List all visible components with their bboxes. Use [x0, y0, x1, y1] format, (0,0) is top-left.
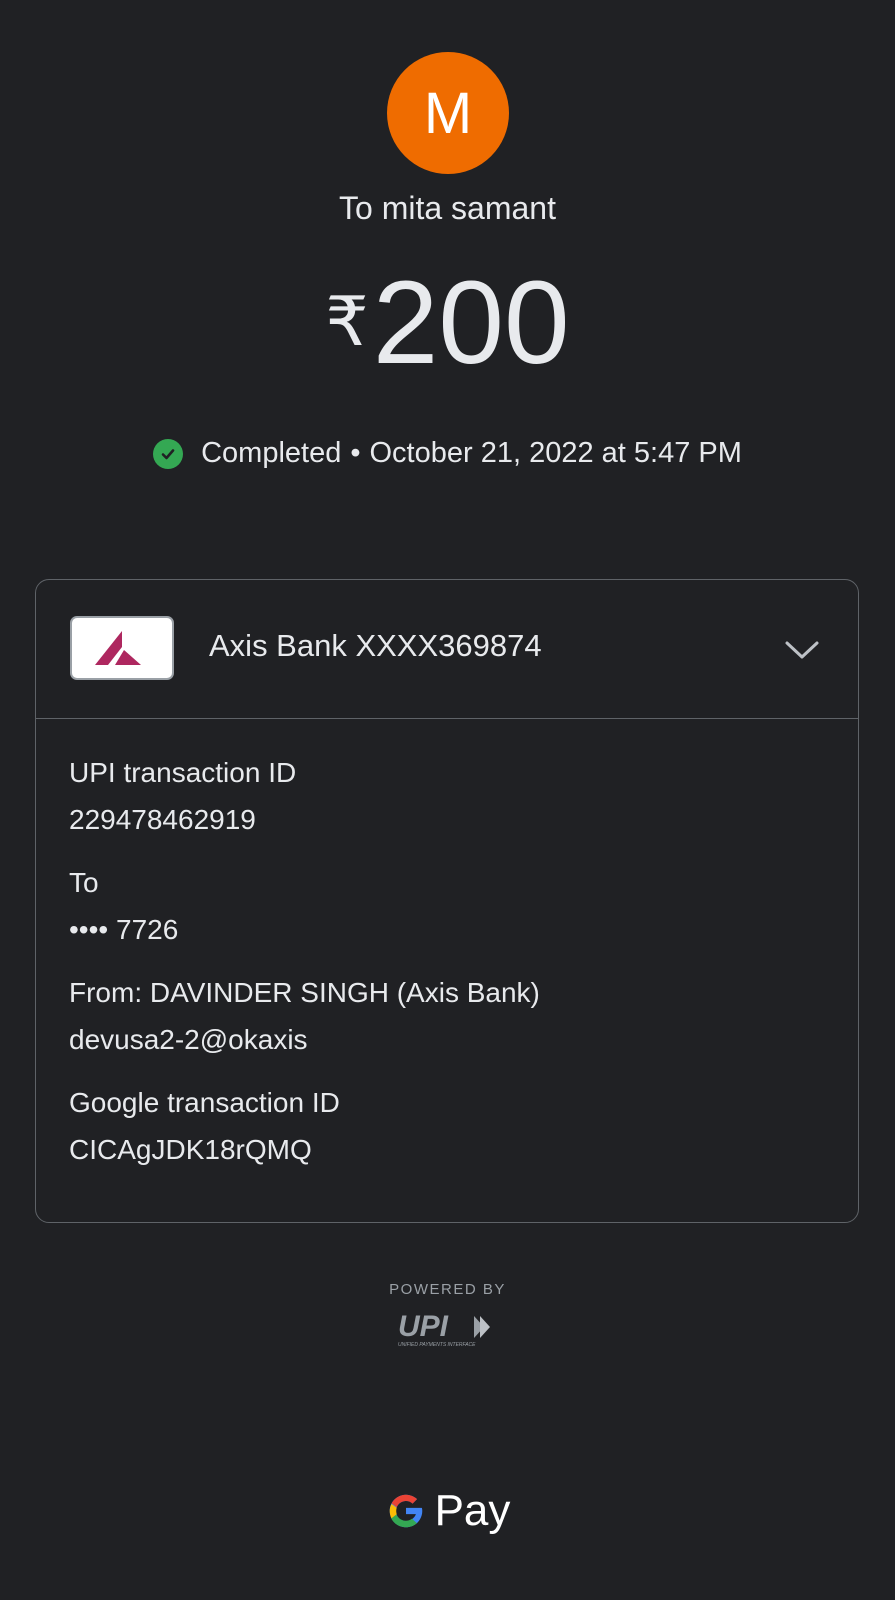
amount-value: 200: [372, 257, 570, 389]
detail-value[interactable]: 229478462919: [69, 800, 825, 840]
detail-label: From: DAVINDER SINGH (Axis Bank): [69, 977, 540, 1008]
powered-by-label: POWERED BY: [389, 1281, 506, 1298]
check-circle-icon: [153, 438, 184, 469]
avatar-initial: M: [423, 80, 473, 146]
detail-value[interactable]: CICAgJDK18rQMQ: [69, 1130, 825, 1170]
status-text: Completed: [201, 437, 342, 469]
detail-value: devusa2-2@okaxis: [69, 1024, 308, 1055]
details-list: UPI transaction ID 229478462919 To •••• …: [36, 719, 858, 1170]
detail-label: To: [69, 867, 99, 898]
chevron-down-icon[interactable]: [784, 632, 820, 668]
upi-logo-text: UPI: [398, 1310, 449, 1343]
transaction-details-card: Axis Bank XXXX369874 UPI transaction ID …: [35, 579, 859, 1223]
currency-symbol: ₹: [325, 284, 369, 360]
payment-amount: ₹200: [0, 264, 895, 382]
detail-google-transaction-id: Google transaction ID CICAgJDK18rQMQ: [69, 1083, 825, 1170]
status-datetime: October 21, 2022 at 5:47 PM: [369, 437, 742, 469]
upi-tagline: UNIFIED PAYMENTS INTERFACE: [398, 1342, 476, 1348]
detail-to: To •••• 7726: [69, 863, 825, 950]
detail-upi-transaction-id: UPI transaction ID 229478462919: [69, 753, 825, 840]
detail-label: UPI transaction ID: [69, 757, 297, 788]
axis-bank-logo: [70, 616, 174, 680]
status-separator: •: [350, 437, 361, 469]
google-pay-logo: Pay: [0, 1486, 895, 1536]
upi-logo: UPI UNIFIED PAYMENTS INTERFACE: [398, 1308, 498, 1348]
detail-label: Google transaction ID: [69, 1087, 340, 1118]
bank-account-row[interactable]: Axis Bank XXXX369874: [36, 580, 858, 719]
recipient-label: To mita samant: [339, 190, 556, 226]
gpay-label: Pay: [434, 1486, 511, 1535]
recipient-avatar: M: [387, 52, 509, 174]
detail-value: •••• 7726: [69, 914, 179, 945]
payment-status: Completed • October 21, 2022 at 5:47 PM: [0, 437, 895, 470]
detail-from: From: DAVINDER SINGH (Axis Bank) devusa2…: [69, 973, 825, 1060]
google-g-icon: [389, 1494, 423, 1528]
bank-account-name: Axis Bank XXXX369874: [209, 628, 542, 663]
